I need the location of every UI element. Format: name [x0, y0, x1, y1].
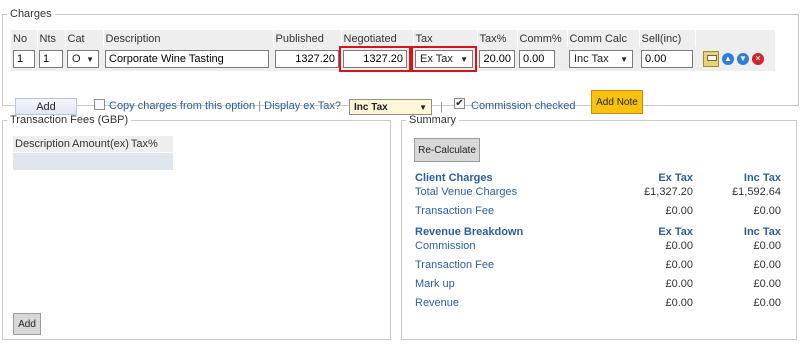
chevron-down-icon: ▼ — [460, 54, 468, 64]
comm-calc-select[interactable]: Inc Tax ▼ — [569, 50, 633, 68]
chevron-down-icon: ▼ — [86, 54, 94, 64]
col-comm-pct: Comm% — [517, 30, 568, 47]
fees-col-description: Description — [15, 138, 71, 150]
row-actions: ▲ ▼ ✕ — [697, 51, 773, 67]
display-ex-tax-label: Display ex Tax? — [264, 100, 341, 112]
tax-pct-input[interactable] — [479, 50, 515, 68]
no-input[interactable] — [13, 50, 35, 68]
display-tax-value: Inc Tax — [354, 101, 388, 113]
comm-calc-value: Inc Tax — [574, 53, 609, 65]
comm-pct-input[interactable] — [519, 50, 555, 68]
move-down-icon[interactable]: ▼ — [737, 53, 749, 65]
copy-charges-text: Copy charges from this option | Display … — [109, 100, 341, 112]
col-comm-calc: Comm Calc — [567, 30, 640, 47]
recalculate-button[interactable]: Re-Calculate — [414, 138, 480, 162]
summary-row-revenue-transaction-fee: Transaction Fee £0.00 £0.00 — [415, 259, 781, 271]
col-actions — [695, 30, 776, 47]
charges-table: No Nts Cat Description Published Negotia… — [11, 30, 776, 72]
fees-col-amount: Amount(ex) — [72, 138, 129, 150]
charges-legend: Charges — [10, 8, 52, 20]
tax-value: Ex Tax — [420, 53, 453, 65]
summary-row-revenue: Revenue £0.00 £0.00 — [415, 297, 781, 309]
copy-charges-link[interactable]: Copy charges from this option — [109, 100, 255, 112]
commission-checked-checkbox[interactable]: ✔ — [454, 98, 465, 109]
col-no: No — [11, 30, 38, 47]
col-tax: Tax — [413, 30, 478, 47]
add-charge-button[interactable]: Add — [15, 98, 77, 115]
display-tax-select[interactable]: Inc Tax ▼ — [349, 99, 432, 115]
col-description: Description — [103, 30, 274, 47]
charges-panel: Charges No Nts Cat Description Published… — [2, 8, 799, 115]
commission-checked-label: Commission checked — [471, 100, 576, 112]
col-nts: Nts — [37, 30, 66, 47]
summary-panel: Summary Re-Calculate Client Charges Ex T… — [401, 114, 797, 340]
calculator-icon[interactable] — [703, 51, 719, 67]
separator: | — [440, 101, 443, 113]
chevron-down-icon: ▼ — [620, 54, 628, 64]
fees-header-row: Description Amount(ex) Tax% — [13, 136, 173, 152]
sell-inc-input[interactable] — [641, 50, 693, 68]
move-up-icon[interactable]: ▲ — [722, 53, 734, 65]
published-input[interactable] — [275, 50, 339, 68]
tax-select[interactable]: Ex Tax ▼ — [411, 46, 477, 72]
client-charges-header: Client Charges Ex Tax Inc Tax — [415, 172, 781, 184]
col-cat: Cat — [65, 30, 104, 47]
fees-col-tax-pct: Tax% — [130, 138, 158, 150]
add-fee-button[interactable]: Add — [13, 313, 41, 335]
charges-header-row: No Nts Cat Description Published Negotia… — [11, 30, 776, 47]
col-sell-inc: Sell(inc) — [639, 30, 696, 47]
col-published: Published — [273, 30, 342, 47]
cat-select[interactable]: O ▼ — [67, 50, 99, 68]
summary-row-mark-up: Mark up £0.00 £0.00 — [415, 278, 781, 290]
transaction-fees-legend: Transaction Fees (GBP) — [10, 114, 129, 126]
add-note-button[interactable]: Add Note — [591, 90, 643, 114]
transaction-fees-panel: Transaction Fees (GBP) Description Amoun… — [2, 114, 391, 340]
col-tax-pct: Tax% — [477, 30, 518, 47]
summary-row-commission: Commission £0.00 £0.00 — [415, 240, 781, 252]
revenue-breakdown-header: Revenue Breakdown Ex Tax Inc Tax — [415, 226, 781, 238]
summary-row-transaction-fee: Transaction Fee £0.00 £0.00 — [415, 205, 781, 217]
negotiated-input[interactable] — [339, 46, 411, 72]
charge-row: O ▼ Ex Tax ▼ Inc Tax ▼ — [11, 46, 775, 72]
fees-empty-area — [13, 153, 173, 170]
description-input[interactable] — [105, 50, 269, 68]
delete-icon[interactable]: ✕ — [752, 53, 764, 65]
nts-input[interactable] — [39, 50, 63, 68]
col-negotiated: Negotiated — [341, 30, 414, 47]
summary-legend: Summary — [409, 114, 457, 126]
summary-row-total-venue-charges: Total Venue Charges £1,327.20 £1,592.64 — [415, 186, 781, 198]
cat-value: O — [72, 53, 81, 65]
copy-charges-checkbox[interactable] — [94, 99, 105, 110]
chevron-down-icon: ▼ — [419, 102, 427, 112]
